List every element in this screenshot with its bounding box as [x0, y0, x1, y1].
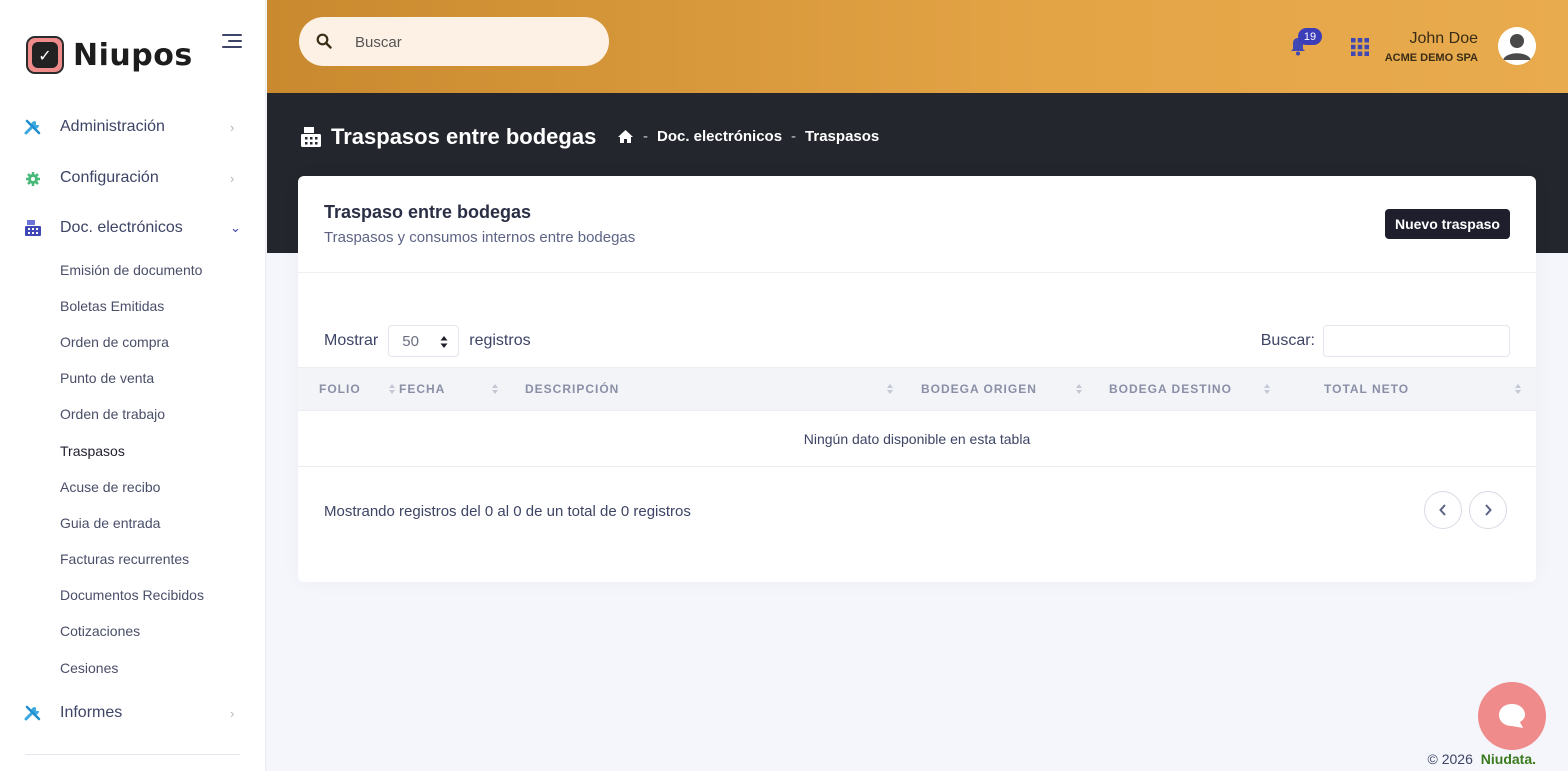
chevron-left-icon [1439, 504, 1446, 516]
chat-icon [1499, 704, 1525, 728]
user-company: ACME DEMO SPA [1384, 52, 1478, 64]
submenu-traspasos[interactable]: Traspasos [60, 443, 125, 459]
chat-launcher-button[interactable] [1478, 682, 1546, 750]
column-header-total-neto[interactable]: TOTAL NETO [1324, 368, 1528, 410]
breadcrumb-traspasos: Traspasos [805, 128, 880, 145]
sidebar-item-administracion[interactable]: Administración › [0, 110, 265, 144]
sidebar-item-doc-electronicos[interactable]: Doc. electrónicos ⌄ [0, 211, 265, 245]
submenu-cotizaciones[interactable]: Cotizaciones [60, 623, 140, 639]
column-header-bodega-origen[interactable]: BODEGA ORIGEN [921, 368, 1091, 410]
chevron-right-icon: › [230, 170, 235, 186]
cash-register-icon [25, 220, 41, 236]
sidebar-item-informes[interactable]: Informes › [0, 696, 265, 730]
table-length-control: Mostrar 50 registros [324, 325, 531, 357]
previous-page-button[interactable] [1424, 491, 1462, 529]
sidebar-item-label: Administración [60, 118, 165, 135]
sort-icon [1264, 384, 1270, 394]
submenu-documentos-recibidos[interactable]: Documentos Recibidos [60, 587, 204, 603]
topbar: 19 John Doe ACME DEMO SPA [267, 0, 1568, 93]
submenu-emision-de-documento[interactable]: Emisión de documento [60, 262, 202, 278]
chevron-right-icon: › [230, 705, 235, 721]
sort-icon [389, 384, 395, 394]
table-header: FOLIO FECHA DESCRIPCIÓN BODEGA ORIGEN BO… [298, 367, 1536, 411]
brand[interactable]: ✓ Niupos [26, 36, 193, 74]
chevron-right-icon: › [230, 119, 235, 135]
tools-icon [24, 119, 41, 135]
column-header-descripcion[interactable]: DESCRIPCIÓN [525, 368, 900, 410]
card-divider [298, 272, 1536, 273]
sort-icon [492, 384, 498, 394]
sort-updown-icon [440, 336, 448, 348]
table-info: Mostrando registros del 0 al 0 de un tot… [324, 503, 691, 520]
table-empty-row: Ningún dato disponible en esta tabla [298, 411, 1536, 467]
submenu-orden-de-trabajo[interactable]: Orden de trabajo [60, 406, 165, 422]
breadcrumb-separator: - [643, 128, 648, 145]
page-heading: Traspasos entre bodegas [300, 124, 596, 150]
home-icon[interactable] [617, 129, 634, 144]
table-search-input[interactable] [1323, 325, 1510, 357]
user-avatar-icon [1498, 27, 1536, 65]
user-name: John Doe [1409, 30, 1479, 47]
footer-brand-link[interactable]: Niudata. [1481, 751, 1536, 767]
submenu-orden-de-compra[interactable]: Orden de compra [60, 334, 169, 350]
length-select[interactable]: 50 [388, 325, 460, 357]
length-label-suffix: registros [469, 332, 531, 349]
next-page-button[interactable] [1469, 491, 1507, 529]
tools-icon [24, 705, 41, 721]
card-title: Traspaso entre bodegas [324, 202, 532, 222]
traspasos-card: Traspaso entre bodegas Traspasos y consu… [298, 176, 1536, 582]
menu-toggle-icon[interactable] [220, 34, 242, 50]
search-icon [316, 33, 332, 49]
global-search-input[interactable] [353, 29, 583, 55]
chevron-right-icon [1485, 504, 1492, 516]
sidebar-item-label: Informes [60, 704, 123, 721]
submenu-acuse-de-recibo[interactable]: Acuse de recibo [60, 479, 160, 495]
sidebar-item-label: Doc. electrónicos [60, 219, 183, 236]
submenu-boletas-emitidas[interactable]: Boletas Emitidas [60, 298, 164, 314]
sort-icon [887, 384, 893, 394]
submenu-facturas-recurrentes[interactable]: Facturas recurrentes [60, 551, 189, 567]
column-header-fecha[interactable]: FECHA [399, 368, 503, 410]
breadcrumb-doc-electronicos[interactable]: Doc. electrónicos [657, 128, 782, 145]
submenu-guia-de-entrada[interactable]: Guia de entrada [60, 515, 160, 531]
sidebar: ✓ Niupos Administración › Configuración … [0, 0, 266, 771]
submenu-cesiones[interactable]: Cesiones [60, 660, 118, 676]
new-traspaso-button[interactable]: Nuevo traspaso [1384, 209, 1510, 239]
global-search[interactable] [299, 17, 609, 66]
gear-icon [26, 172, 40, 186]
cash-register-icon [301, 127, 321, 147]
sidebar-item-configuracion[interactable]: Configuración › [0, 161, 265, 195]
avatar[interactable] [1498, 27, 1536, 65]
column-header-bodega-destino[interactable]: BODEGA DESTINO [1109, 368, 1279, 410]
submenu-punto-de-venta[interactable]: Punto de venta [60, 370, 154, 386]
length-value: 50 [402, 332, 419, 350]
length-label-prefix: Mostrar [324, 332, 379, 349]
sidebar-item-label: Configuración [60, 169, 159, 186]
footer-copyright: © 2026 [1427, 751, 1473, 767]
breadcrumb-separator: - [791, 128, 797, 145]
check-icon: ✓ [32, 42, 58, 68]
chevron-down-icon: ⌄ [230, 220, 241, 235]
footer: © 2026 Niudata. [1428, 751, 1536, 767]
table-filter-control: Buscar: [1261, 325, 1510, 357]
filter-label: Buscar: [1260, 332, 1315, 349]
column-header-folio[interactable]: FOLIO [319, 368, 395, 410]
user-menu[interactable]: John Doe ACME DEMO SPA [1385, 30, 1478, 64]
page-title: Traspasos entre bodegas [331, 124, 597, 149]
apps-grid-icon[interactable] [1351, 38, 1369, 56]
sort-icon [1515, 384, 1521, 394]
card-subtitle: Traspasos y consumos internos entre bode… [324, 229, 636, 246]
brand-logo: ✓ [26, 36, 64, 74]
notification-badge: 19 [1298, 28, 1322, 45]
sort-icon [1076, 384, 1082, 394]
sidebar-divider [25, 754, 240, 755]
brand-name: Niupos [73, 37, 193, 73]
breadcrumb: - Doc. electrónicos - Traspasos [617, 128, 879, 145]
